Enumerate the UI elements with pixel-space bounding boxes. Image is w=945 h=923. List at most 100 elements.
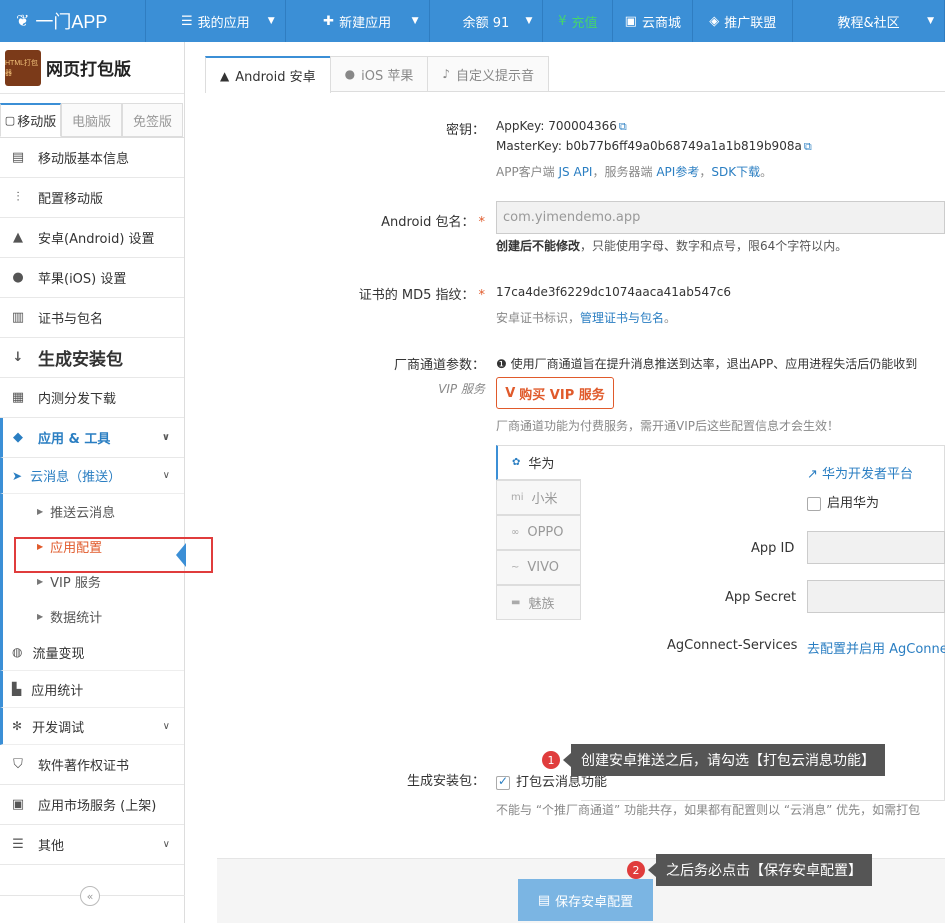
collapse-sidebar-button[interactable]: « — [80, 886, 100, 906]
sidebar-item-label: 安卓(Android) 设置 — [38, 232, 155, 247]
diamond-icon: ◈ — [709, 13, 720, 29]
send-icon: ➤ — [12, 468, 23, 483]
app-id-input[interactable] — [807, 531, 945, 564]
tab-mobile[interactable]: ▢ 移动版 — [0, 103, 61, 137]
recharge-button[interactable]: ¥ 充值 — [543, 0, 614, 42]
save-label: 保存安卓配置 — [555, 894, 634, 910]
caret-right-icon: ▶ — [37, 577, 44, 586]
my-apps-menu[interactable]: ☰ 我的应用 ▼ — [146, 0, 286, 42]
external-link-icon: ↗ — [807, 467, 818, 482]
tab-custom-sound[interactable]: ♪ 自定义提示音 — [427, 56, 550, 91]
app-secret-label: App Secret — [725, 590, 797, 605]
step-badge: 1 — [542, 751, 560, 769]
tab-ios[interactable]: ● iOS 苹果 — [329, 56, 429, 91]
sidebar-item-debug[interactable]: ✻ 开发调试 ∨ — [0, 708, 184, 745]
new-app-menu[interactable]: ✚ 新建应用 ▼ — [286, 0, 430, 42]
chevron-down-icon: ∨ — [162, 839, 170, 850]
sidebar-subitem-push[interactable]: ▶ 推送云消息 — [0, 494, 184, 529]
meizu-icon: ▬ — [511, 597, 521, 608]
app-name: 网页打包版 — [46, 60, 131, 80]
sidebar-item-market[interactable]: ▣ 应用市场服务 (上架) — [0, 785, 184, 825]
vendor-tab-meizu[interactable]: ▬ 魅族 — [496, 585, 581, 620]
agconnect-link[interactable]: 去配置并启用 AgConnect — [807, 638, 945, 657]
caret-right-icon: ▶ — [37, 507, 44, 516]
sidebar-item-basic-info[interactable]: ▤ 移动版基本信息 — [0, 138, 184, 178]
huawei-dev-link[interactable]: ↗ 华为开发者平台 — [807, 463, 913, 482]
appkey-row: AppKey: 700004366 ⧉ — [496, 119, 627, 134]
widgets-icon: ◆ — [13, 430, 23, 445]
manage-cert-link[interactable]: 管理证书与包名 — [580, 311, 664, 325]
appkey-label: AppKey: — [496, 119, 545, 133]
caret-right-icon: ▶ — [37, 612, 44, 621]
vip-icon: V — [505, 385, 516, 401]
huawei-icon: ✿ — [512, 457, 521, 468]
sidebar-item-ios[interactable]: ● 苹果(iOS) 设置 — [0, 258, 184, 298]
recharge-label: 充值 — [571, 15, 598, 31]
sidebar-item-copyright[interactable]: ⛉ 软件著作权证书 — [0, 745, 184, 785]
promotion-button[interactable]: ◈ 推广联盟 — [693, 0, 794, 42]
balance-menu[interactable]: 余额 91 ▼ — [430, 0, 544, 42]
sidebar-item-other[interactable]: ☰ 其他 ∨ — [0, 825, 184, 865]
sidebar-item-android[interactable]: ▲ 安卓(Android) 设置 — [0, 218, 184, 258]
sidebar-subitem-stats[interactable]: ▶ 数据统计 — [0, 599, 184, 634]
md5-value: 17ca4de3f6229dc1074aaca41ab547c6 — [496, 285, 732, 299]
sidebar-item-analytics[interactable]: ▙ 应用统计 — [0, 671, 184, 708]
caret-down-icon: ▼ — [525, 16, 533, 26]
main-content: ▲ Android 安卓 ● iOS 苹果 ♪ 自定义提示音 密钥： AppKey: … — [205, 56, 945, 923]
app-secret-input[interactable] — [807, 580, 945, 613]
checkbox-checked[interactable] — [496, 774, 510, 790]
save-icon: ▤ — [537, 892, 551, 908]
vendor-tab-oppo[interactable]: ∞ OPPO — [496, 515, 581, 550]
copy-icon[interactable]: ⧉ — [619, 120, 627, 133]
tab-nosign[interactable]: 免签版 — [122, 103, 183, 137]
vendor-tab-huawei[interactable]: ✿ 华为 — [496, 445, 581, 480]
sidebar-item-build[interactable]: ↓ 生成安装包 — [0, 338, 184, 378]
yen-icon: ¥ — [558, 13, 567, 29]
subitem-label: VIP 服务 — [50, 576, 101, 591]
sidebar-item-certificate[interactable]: ▥ 证书与包名 — [0, 298, 184, 338]
my-apps-label: 我的应用 — [197, 15, 250, 31]
save-android-config-button[interactable]: ▤ 保存安卓配置 — [518, 879, 653, 921]
app-logo: HTML打包器 — [5, 49, 41, 86]
tutorial-menu[interactable]: 教程&社区 ▼ — [793, 0, 945, 42]
subitem-label: 数据统计 — [50, 611, 103, 626]
tab-desktop[interactable]: 电脑版 — [61, 103, 122, 137]
brand-name: 一门APP — [35, 12, 108, 32]
checkbox[interactable] — [807, 496, 821, 511]
current-marker — [176, 543, 186, 567]
copy-icon[interactable]: ⧉ — [804, 140, 812, 153]
tab-android[interactable]: ▲ Android 安卓 — [205, 56, 331, 93]
bell-icon: ♪ — [442, 67, 451, 81]
brand-logo[interactable]: ❦ 一门APP — [0, 0, 146, 42]
sliders-icon: ⫶ — [16, 190, 20, 205]
app-header: HTML打包器 网页打包版 — [0, 42, 184, 94]
balance-label: 余额 91 — [462, 15, 510, 31]
vip-tag: VIP 服务 — [438, 382, 485, 396]
vendor-tab-xiaomi[interactable]: mi 小米 — [496, 480, 581, 515]
cloud-mall-button[interactable]: ▣ 云商城 — [613, 0, 694, 42]
buy-vip-button[interactable]: V 购买 VIP 服务 — [496, 377, 614, 409]
vendor-label: 厂商通道参数： — [393, 358, 485, 373]
package-name-input[interactable]: com.yimendemo.app — [496, 201, 945, 234]
sidebar-item-tools[interactable]: ◆ 应用 & 工具 ∨ — [0, 418, 184, 458]
js-api-link[interactable]: JS API — [559, 165, 593, 179]
new-app-label: 新建应用 — [339, 15, 392, 31]
sdk-link[interactable]: SDK下载 — [711, 165, 760, 179]
pkg-hint: 创建后不能修改，只能使用字母、数字和点号，限64个字符以内。 — [496, 237, 847, 254]
oppo-icon: ∞ — [511, 527, 520, 538]
vendor-label: 小米 — [531, 492, 558, 507]
sidebar-item-config[interactable]: ⫶ 配置移动版 — [0, 178, 184, 218]
api-ref-link[interactable]: API参考 — [656, 165, 699, 179]
sidebar-item-label: 内测分发下载 — [38, 392, 117, 407]
enable-huawei-checkbox[interactable]: 启用华为 — [807, 492, 879, 511]
sidebar-item-cloud-message[interactable]: ➤ 云消息（推送） ∨ — [0, 458, 184, 494]
info-icon: ❶ — [496, 357, 507, 371]
leaf-icon: ❦ — [16, 13, 30, 30]
sort-icon: ↓ — [12, 350, 24, 365]
subitem-label: 流量变现 — [32, 646, 85, 662]
plus-icon: ✚ — [323, 13, 335, 29]
sidebar-item-monetize[interactable]: ◍ 流量变现 — [0, 634, 184, 671]
vendor-label: VIVO — [527, 560, 560, 575]
sidebar-item-distribution[interactable]: ▦ 内测分发下载 — [0, 378, 184, 418]
vendor-tab-vivo[interactable]: ~ VIVO — [496, 550, 581, 585]
